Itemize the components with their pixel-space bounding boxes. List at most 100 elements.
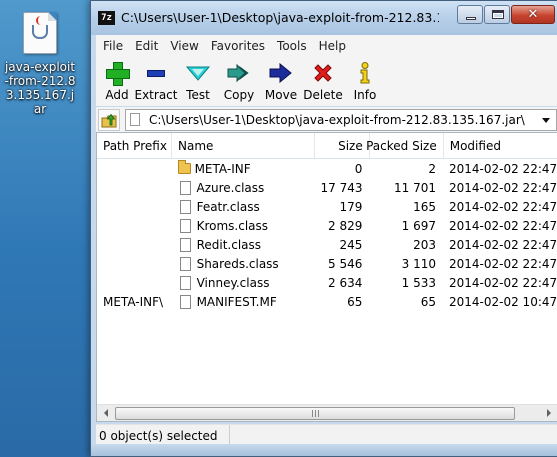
table-row[interactable]: Vinney.class 2 634 1 533 2014-02-02 22:4…	[97, 273, 557, 292]
row-modified: 2014-02-02 22:47	[449, 237, 557, 252]
status-bar: 0 object(s) selected	[96, 424, 557, 446]
column-path-prefix[interactable]: Path Prefix	[97, 133, 172, 158]
minus-icon	[147, 69, 165, 77]
up-folder-icon	[101, 113, 117, 127]
row-prefix	[97, 197, 172, 216]
table-row[interactable]: META-INF 0 2 2014-02-02 22:47	[97, 159, 557, 178]
row-packed: 165	[413, 199, 436, 214]
maximize-button[interactable]	[484, 5, 510, 24]
row-modified: 2014-02-02 22:47	[449, 275, 557, 290]
file-icon	[179, 237, 191, 252]
info-icon	[360, 62, 370, 84]
table-row[interactable]: Azure.class 17 743 11 701 2014-02-02 22:…	[97, 178, 557, 197]
window-title: C:\Users\User-1\Desktop\java-exploit-fro…	[121, 10, 439, 25]
test-label: Test	[186, 88, 210, 102]
test-button[interactable]: Test	[178, 60, 218, 106]
up-folder-button[interactable]	[98, 108, 120, 131]
column-modified[interactable]: Modified	[444, 133, 557, 158]
7zip-app-icon: 7z	[98, 11, 115, 25]
row-modified: 2014-02-02 22:47	[449, 199, 557, 214]
row-size: 2 634	[328, 275, 363, 290]
row-packed: 65	[420, 294, 436, 309]
menu-edit[interactable]: Edit	[130, 39, 165, 53]
row-packed: 2	[428, 161, 436, 176]
info-button[interactable]: Info	[344, 60, 386, 106]
add-label: Add	[105, 88, 129, 102]
row-name: Featr.class	[196, 199, 260, 214]
row-prefix	[97, 178, 172, 197]
path-value: C:\Users\User-1\Desktop\java-exploit-fro…	[149, 112, 525, 127]
copy-label: Copy	[223, 88, 255, 102]
row-name: Kroms.class	[196, 218, 269, 233]
x-icon	[314, 64, 332, 82]
menu-favorites[interactable]: Favorites	[206, 39, 272, 53]
double-arrow-icon	[227, 63, 249, 83]
selection-status: 0 object(s) selected	[99, 425, 230, 446]
info-label: Info	[353, 88, 377, 102]
menu-bar: File Edit View Favorites Tools Help	[96, 35, 557, 56]
row-name: Vinney.class	[196, 275, 270, 290]
arrow-left-icon	[103, 409, 108, 417]
folder-icon	[177, 160, 191, 174]
plus-icon	[106, 62, 130, 86]
chevron-down-icon[interactable]	[542, 117, 550, 123]
archive-file-icon	[130, 113, 140, 126]
scroll-right-button[interactable]	[540, 405, 557, 422]
minimize-button[interactable]	[457, 5, 483, 24]
table-row[interactable]: Redit.class 245 203 2014-02-02 22:47	[97, 235, 557, 254]
table-row[interactable]: META-INF\ MANIFEST.MF 65 65 2014-02-02 1…	[97, 292, 557, 311]
arrow-right-small-icon	[546, 409, 551, 417]
arrow-right-icon	[269, 63, 292, 83]
row-name: META-INF	[194, 161, 251, 176]
maximize-icon	[492, 10, 504, 19]
menu-file[interactable]: File	[98, 39, 130, 53]
row-modified: 2014-02-02 10:47	[449, 294, 557, 309]
title-bar[interactable]: 7z C:\Users\User-1\Desktop\java-exploit-…	[91, 1, 557, 35]
address-bar: C:\Users\User-1\Desktop\java-exploit-fro…	[96, 107, 557, 132]
horizontal-scrollbar[interactable]	[97, 404, 557, 421]
file-icon	[179, 294, 191, 309]
copy-button[interactable]: Copy	[218, 60, 260, 106]
table-row[interactable]: Kroms.class 2 829 1 697 2014-02-02 22:47	[97, 216, 557, 235]
add-button[interactable]: Add	[100, 60, 134, 106]
row-modified: 2014-02-02 22:47	[449, 256, 557, 271]
close-button[interactable]: ✕	[511, 5, 555, 24]
delete-label: Delete	[303, 88, 343, 102]
row-packed: 1 697	[401, 218, 436, 233]
file-icon	[179, 275, 191, 290]
delete-button[interactable]: Delete	[302, 60, 344, 106]
close-icon: ✕	[527, 7, 539, 22]
row-prefix	[97, 235, 172, 254]
row-size: 65	[347, 294, 363, 309]
column-size[interactable]: Size	[315, 133, 370, 158]
desktop-jar-icon[interactable]: java-exploit-from-212.83.135.167.jar	[4, 12, 76, 116]
table-row[interactable]: Shareds.class 5 546 3 110 2014-02-02 22:…	[97, 254, 557, 273]
toolbar: Add Extract Test Copy Move Delete Info	[96, 56, 557, 106]
menu-view[interactable]: View	[165, 39, 205, 53]
column-name[interactable]: Name	[172, 133, 316, 158]
table-row[interactable]: Featr.class 179 165 2014-02-02 22:47	[97, 197, 557, 216]
file-icon	[179, 199, 191, 214]
menu-help[interactable]: Help	[314, 39, 353, 53]
extract-button[interactable]: Extract	[134, 60, 178, 106]
move-label: Move	[264, 88, 298, 102]
file-icon	[179, 218, 191, 233]
check-icon	[186, 66, 210, 81]
row-size: 2 829	[328, 218, 363, 233]
row-prefix	[97, 273, 172, 292]
column-packed-size[interactable]: Packed Size	[366, 133, 444, 158]
row-size: 179	[339, 199, 363, 214]
row-packed: 1 533	[401, 275, 436, 290]
row-name: Azure.class	[196, 180, 265, 195]
menu-tools[interactable]: Tools	[272, 39, 314, 53]
scroll-left-button[interactable]	[97, 405, 114, 422]
row-name: Shareds.class	[196, 256, 279, 271]
row-size: 5 546	[328, 256, 363, 271]
row-modified: 2014-02-02 22:47	[449, 218, 557, 233]
path-field[interactable]: C:\Users\User-1\Desktop\java-exploit-fro…	[125, 108, 557, 131]
row-modified: 2014-02-02 22:47	[449, 180, 557, 195]
scroll-thumb[interactable]	[115, 406, 515, 420]
file-icon	[179, 256, 191, 271]
move-button[interactable]: Move	[260, 60, 302, 106]
window-bottom-edge	[91, 444, 557, 456]
